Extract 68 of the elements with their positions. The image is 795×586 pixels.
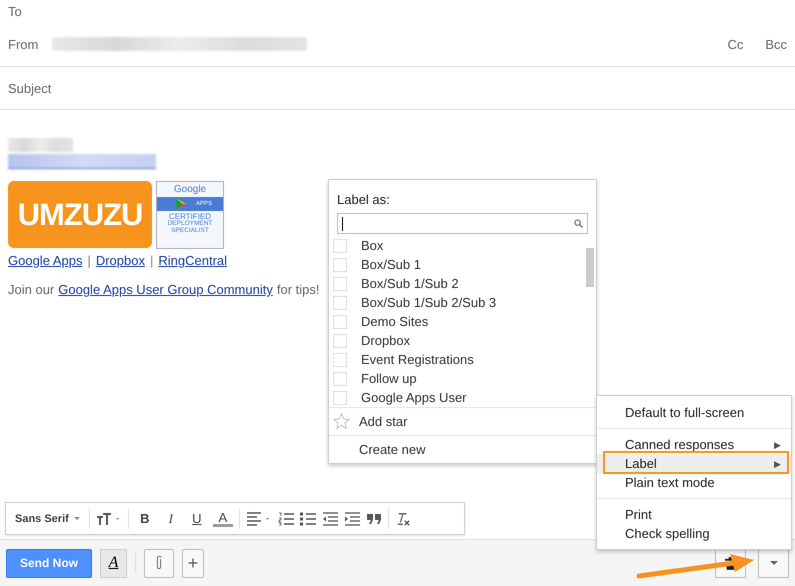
checkbox[interactable] — [333, 314, 347, 328]
star-icon — [333, 413, 350, 430]
quote-icon[interactable] — [366, 512, 382, 526]
paperclip-icon — [155, 554, 163, 572]
checkbox[interactable] — [333, 296, 347, 310]
community-link[interactable]: Google Apps User Group Community — [58, 282, 273, 297]
checkbox[interactable] — [333, 276, 347, 290]
blurred-name — [8, 138, 73, 152]
badge-brand: Google — [174, 185, 206, 195]
caret-icon — [770, 561, 778, 565]
label-option[interactable]: Box/Sub 1/Sub 2/Sub 3 — [329, 293, 596, 312]
join-text: Join our — [8, 282, 54, 297]
font-dropdown[interactable]: Sans Serif — [12, 512, 83, 524]
menu-item[interactable]: Label ▶ — [597, 454, 791, 473]
formatting-toggle-button[interactable]: A — [100, 548, 127, 578]
label-option[interactable]: Event Registrations — [329, 350, 596, 369]
submenu-arrow: ▶ — [774, 440, 781, 450]
create-new-option[interactable]: Create new — [329, 440, 596, 459]
format-button[interactable]: B — [134, 511, 155, 526]
menu-item[interactable]: Print — [597, 505, 791, 524]
format-button[interactable]: I — [160, 510, 181, 526]
signature-link[interactable]: Dropbox — [96, 253, 145, 268]
separator: | — [87, 253, 91, 268]
label-search-field[interactable] — [337, 213, 588, 234]
label-option[interactable]: Google Apps User — [329, 388, 596, 407]
indent-icon[interactable] — [344, 512, 360, 526]
separator: | — [150, 253, 154, 268]
add-star-option[interactable]: Add star — [329, 412, 596, 431]
signature-link[interactable]: Google Apps — [8, 253, 82, 268]
checkbox[interactable] — [333, 352, 347, 366]
label-option[interactable]: Follow up — [329, 369, 596, 388]
to-label: To — [8, 4, 22, 18]
checkbox[interactable] — [333, 258, 347, 272]
menu-item[interactable]: Check spelling — [597, 524, 791, 543]
bulleted-list-icon[interactable] — [300, 512, 316, 526]
join-text: for tips! — [276, 282, 320, 297]
label-option[interactable]: Box — [329, 236, 596, 255]
signature-link[interactable]: RingCentral — [158, 253, 228, 268]
label-option[interactable]: Box/Sub 1 — [329, 255, 596, 274]
scrollbar-thumb[interactable] — [586, 248, 594, 287]
from-label: From — [8, 36, 38, 52]
outdent-icon[interactable] — [322, 512, 338, 526]
checkbox[interactable] — [333, 390, 347, 404]
submenu-arrow: ▶ — [774, 458, 781, 468]
insert-button[interactable]: + — [182, 548, 204, 578]
checkbox[interactable] — [333, 238, 347, 252]
cc-link[interactable]: Cc — [727, 36, 744, 52]
label-option[interactable]: Dropbox — [329, 331, 596, 350]
checkbox[interactable] — [333, 334, 347, 348]
label-option[interactable]: Demo Sites — [329, 312, 596, 331]
company-logo: UMZUZU — [8, 181, 152, 248]
badge-text: CERTIFIED — [168, 213, 212, 221]
play-icon — [174, 197, 188, 211]
checkbox[interactable] — [333, 372, 347, 386]
align-icon[interactable] — [246, 512, 272, 526]
bcc-link[interactable]: Bcc — [765, 36, 787, 52]
label-option[interactable]: Box/Sub 1/Sub 2 — [329, 274, 596, 293]
format-button[interactable]: A — [212, 510, 233, 526]
menu-item[interactable]: Default to full-screen — [597, 402, 791, 422]
numbered-list-icon[interactable] — [278, 512, 294, 526]
label-menu-title: Label as: — [337, 192, 391, 207]
format-button[interactable]: U — [186, 511, 207, 526]
text-size-icon[interactable] — [96, 512, 122, 526]
search-icon — [574, 219, 583, 228]
more-options-button[interactable] — [758, 548, 789, 578]
menu-item[interactable]: Canned responses ▶ — [597, 435, 791, 454]
menu-item[interactable]: Plain text mode — [597, 473, 791, 492]
attach-button[interactable] — [144, 548, 174, 578]
